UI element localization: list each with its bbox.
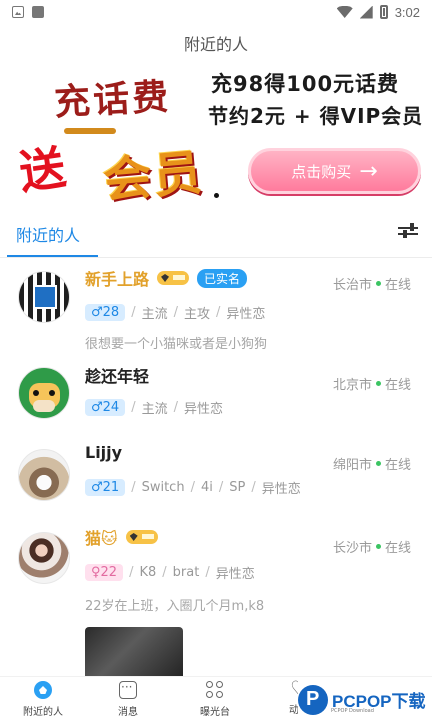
user-tag: 异性恋 — [215, 567, 255, 582]
city-name: 长沙市 — [332, 541, 372, 556]
nearby-icon — [34, 681, 52, 699]
qr-center-logo-icon — [33, 285, 57, 309]
signal-icon — [359, 5, 373, 19]
watermark: PCPOP下载 PCPOP Download — [298, 679, 432, 720]
user-name: 新手上路 — [85, 270, 150, 289]
gender-age-badge: ♂21 — [85, 479, 126, 496]
vip-badge-icon — [157, 271, 190, 285]
nav-exposure[interactable]: 曝光台 — [185, 681, 245, 718]
nav-label: 附近的人 — [23, 707, 63, 718]
filter-icon[interactable] — [398, 223, 418, 241]
notification-icons — [12, 6, 44, 18]
online-status: 在线 — [384, 378, 411, 393]
user-tags: ♂21 /Switch /4i / SP / 异性恋 — [85, 478, 301, 497]
user-tag: 主流 — [141, 402, 168, 417]
cow-avatar-mouth — [33, 400, 55, 412]
banner-decoration — [64, 128, 116, 134]
user-name: 猫🐱 — [85, 529, 118, 548]
avatar[interactable] — [18, 532, 70, 584]
online-dot-icon — [375, 281, 381, 286]
user-tag: brat — [172, 565, 200, 580]
city-name: 绵阳市 — [332, 458, 372, 473]
online-dot-icon — [375, 461, 381, 466]
arrow-right-icon: → — [359, 158, 378, 184]
user-tag: 异性恋 — [184, 402, 224, 417]
carousel-indicator — [214, 193, 219, 198]
active-tab-indicator — [7, 255, 98, 257]
nearby-user-list: 新手上路 已实名 长治市 在线 ♂28 /主流 / 主攻 / 异性恋 很想要一个小猫… — [0, 258, 432, 699]
city-name: 北京市 — [332, 378, 372, 393]
user-tags: ♂24 /主流 / 异性恋 — [85, 398, 223, 417]
gender-age-badge: ♂24 — [85, 399, 126, 416]
gender-age-badge: ♀22 — [85, 564, 124, 581]
banner-logo-text: 充话费 — [53, 75, 173, 124]
user-name-row: 趁还年轻 — [85, 363, 149, 387]
wifi-icon — [336, 6, 353, 18]
user-name-row: Lijjy — [85, 443, 122, 462]
user-tag: SP — [229, 480, 246, 495]
online-dot-icon — [375, 544, 381, 549]
page-title: 附近的人 — [183, 35, 248, 54]
verified-badge: 已实名 — [197, 268, 248, 288]
user-name: 趁还年轻 — [85, 367, 150, 386]
user-tags: ♂28 /主流 / 主攻 / 异性恋 — [85, 303, 265, 322]
tab-bar: 附近的人 — [0, 212, 432, 258]
online-status: 在线 — [384, 541, 411, 556]
user-list-item[interactable]: 新手上路 已实名 长治市 在线 ♂28 /主流 / 主攻 / 异性恋 很想要一个小猫… — [0, 258, 432, 356]
user-tag: 主流 — [141, 307, 168, 322]
avatar[interactable] — [18, 449, 70, 501]
user-tags: ♀22 /K8 /brat / 异性恋 — [85, 563, 255, 582]
user-list-item[interactable]: 猫🐱 长沙市 在线 ♀22 /K8 /brat / 异性恋 22岁在上班，入圈几个… — [0, 519, 432, 699]
banner-send-text: 送 — [15, 140, 69, 200]
banner-offer-line-1: 充98得100元话费 — [211, 72, 400, 96]
buy-button[interactable]: 点击购买 → — [248, 148, 421, 194]
user-location: 北京市 在线 — [333, 374, 411, 393]
gender-age-badge: ♂28 — [85, 304, 126, 321]
nav-label: 消息 — [118, 707, 138, 718]
banner-offer-line-2: 节约2元 + 得VIP会员 — [208, 104, 424, 128]
exposure-icon — [206, 681, 224, 699]
clock: 3:02 — [394, 4, 420, 20]
image-notification-icon — [12, 6, 24, 18]
tab-nearby[interactable]: 附近的人 — [16, 222, 80, 246]
app-notification-icon — [32, 6, 44, 18]
user-tag: 4i — [200, 480, 213, 495]
nav-label: 曝光台 — [200, 707, 230, 718]
user-location: 长治市 在线 — [333, 274, 411, 293]
status-bar: 3:02 — [0, 0, 432, 24]
user-bio: 22岁在上班，入圈几个月m,k8 — [85, 599, 265, 614]
system-icons: 3:02 — [336, 4, 420, 20]
user-tag: 主攻 — [184, 307, 211, 322]
nav-messages[interactable]: 消息 — [98, 680, 158, 718]
city-name: 长治市 — [332, 278, 372, 293]
user-name-row: 猫🐱 — [85, 525, 158, 549]
user-location: 长沙市 在线 — [333, 537, 411, 556]
watermark-subtitle: PCPOP Download — [331, 708, 374, 714]
user-tag: 异性恋 — [226, 307, 266, 322]
nav-nearby[interactable]: 附近的人 — [13, 681, 73, 718]
banner-member-text: 会员 — [101, 144, 206, 210]
online-status: 在线 — [384, 458, 411, 473]
pcpop-logo-icon — [298, 684, 328, 715]
user-list-item[interactable]: Lijjy 绵阳市 在线 ♂21 /Switch /4i / SP / 异性恋 — [0, 436, 432, 519]
user-name-row: 新手上路 已实名 — [85, 266, 248, 290]
online-status: 在线 — [384, 278, 411, 293]
buy-button-label: 点击购买 — [291, 162, 352, 181]
user-tag: K8 — [139, 565, 157, 580]
user-location: 绵阳市 在线 — [333, 454, 411, 473]
battery-icon — [379, 5, 388, 19]
user-bio: 很想要一个小猫咪或者是小狗狗 — [85, 337, 268, 352]
user-name: Lijjy — [85, 443, 123, 462]
vip-badge-icon — [125, 530, 158, 544]
user-list-item[interactable]: 趁还年轻 北京市 在线 ♂24 /主流 / 异性恋 — [0, 356, 432, 436]
avatar[interactable] — [18, 271, 70, 323]
user-tag: Switch — [141, 480, 185, 495]
promo-banner[interactable]: 充话费 充98得100元话费 节约2元 + 得VIP会员 送 会员 点击购买 → — [0, 62, 432, 212]
online-dot-icon — [375, 381, 381, 386]
avatar[interactable] — [18, 367, 70, 419]
message-icon — [119, 680, 137, 699]
user-tag: 异性恋 — [261, 482, 301, 497]
